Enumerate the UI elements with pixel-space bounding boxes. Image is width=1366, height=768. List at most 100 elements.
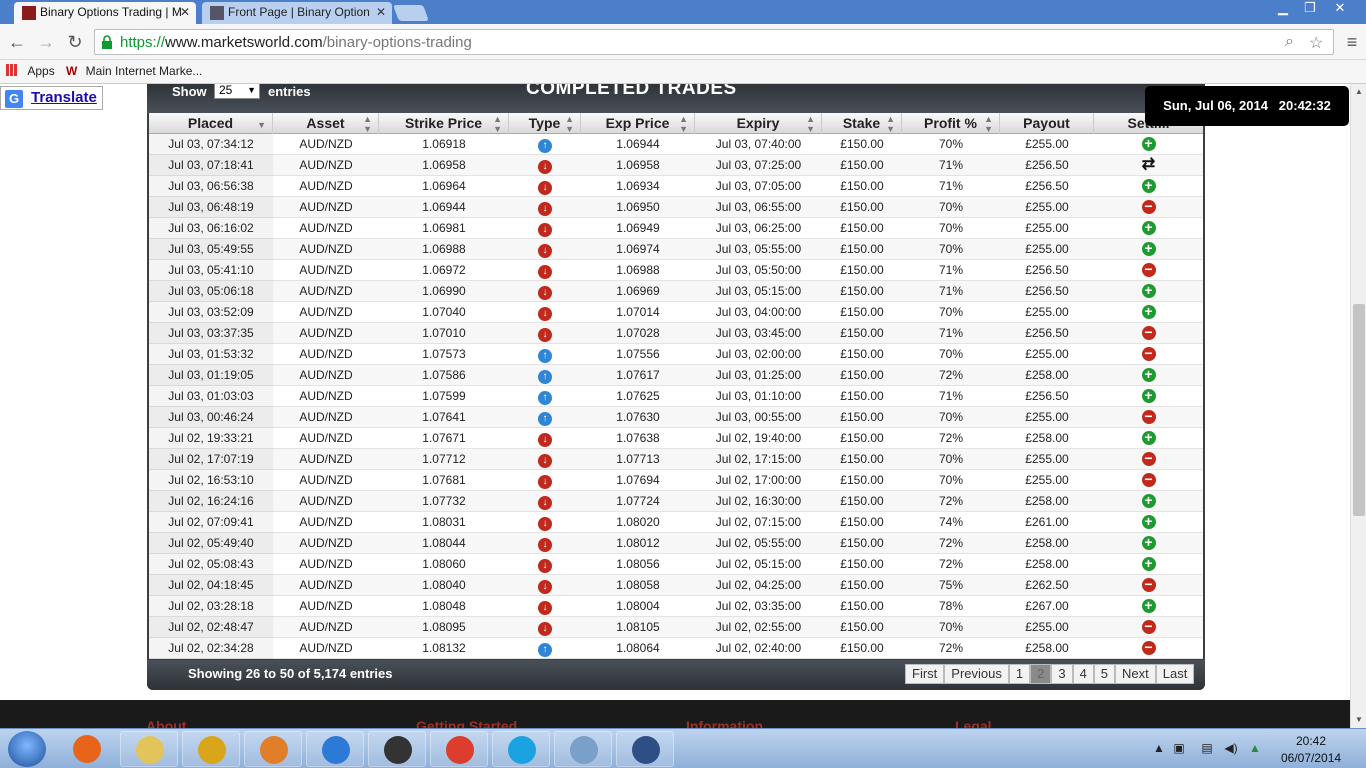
col-exp-price[interactable]: Exp Price ▲ ▼ <box>581 113 695 134</box>
reload-icon[interactable]: ↻ <box>63 30 87 54</box>
cell-stake: £150.00 <box>840 137 884 151</box>
cell-exp: 1.06944 <box>616 137 660 151</box>
new-tab-button[interactable] <box>393 5 429 21</box>
page-button-1[interactable]: 1 <box>1008 664 1031 684</box>
scroll-up-icon[interactable]: ▲ <box>1351 84 1366 100</box>
cell-profit: 75% <box>938 578 964 592</box>
translate-link[interactable]: Translate <box>31 89 97 106</box>
address-bar[interactable]: https://www.marketsworld.com/binary-opti… <box>94 29 1334 55</box>
volume-icon[interactable]: ◀) <box>1224 741 1238 755</box>
cell-profit: 70% <box>938 137 964 151</box>
cell-exp: 1.06988 <box>616 263 660 277</box>
cell-placed: Jul 03, 03:52:09 <box>149 302 273 323</box>
col-strike-price[interactable]: Strike Price ▲ ▼ <box>379 113 509 134</box>
tray-expand-icon[interactable]: ▲ <box>1152 741 1166 755</box>
apps-bookmark[interactable]: Apps <box>6 64 55 78</box>
tab-close-icon[interactable]: ✕ <box>180 2 190 23</box>
cell-stake: £150.00 <box>840 599 884 613</box>
tab-binary-options[interactable]: Binary Options Trading | M ✕ <box>14 2 196 24</box>
url-host: www.marketsworld.com <box>165 34 323 51</box>
cell-stake: £150.00 <box>840 620 884 634</box>
taskbar-app[interactable] <box>492 731 550 767</box>
start-button[interactable] <box>8 731 46 767</box>
plus-icon: + <box>1141 556 1156 571</box>
cell-strike: 1.08095 <box>422 620 466 634</box>
network-icon[interactable]: ▤ <box>1200 741 1214 755</box>
cell-expiry: Jul 03, 05:55:00 <box>715 242 802 256</box>
translate-widget[interactable]: G Translate <box>0 86 103 110</box>
cell-payout: £261.00 <box>1025 515 1069 529</box>
menu-icon[interactable]: ≡ <box>1340 30 1364 54</box>
google-drive-icon[interactable]: ▲ <box>1248 741 1262 755</box>
arrow-up-icon: ↑ <box>538 391 552 405</box>
page-button-2[interactable]: 2 <box>1030 664 1052 684</box>
taskbar-app[interactable] <box>58 731 116 767</box>
page-favicon-icon <box>210 6 224 20</box>
cell-stake: £150.00 <box>840 179 884 193</box>
main-internet-bookmark[interactable]: W Main Internet Marke... <box>66 64 202 78</box>
cell-profit: 70% <box>938 200 964 214</box>
scroll-thumb[interactable] <box>1353 304 1365 516</box>
forward-arrow-icon[interactable]: → <box>34 30 58 54</box>
taskbar-app[interactable] <box>306 731 364 767</box>
taskbar-app[interactable] <box>430 731 488 767</box>
zoom-icon[interactable]: ⌕ <box>1285 33 1294 51</box>
col-payout[interactable]: Payout <box>1000 113 1094 134</box>
col-profit[interactable]: Profit % ▲ ▼ <box>902 113 1000 134</box>
page-scrollbar[interactable]: ▲ ▼ <box>1350 84 1366 728</box>
cell-exp: 1.07694 <box>616 473 660 487</box>
page-button-previous[interactable]: Previous <box>944 664 1009 684</box>
minus-icon: − <box>1141 199 1156 214</box>
arrow-down-icon: ↓ <box>538 475 552 489</box>
cell-payout: £256.50 <box>1025 179 1069 193</box>
col-asset[interactable]: Asset ▲ ▼ <box>273 113 379 134</box>
cell-asset: AUD/NZD <box>299 200 353 214</box>
cell-result: − <box>1094 449 1203 470</box>
arrow-up-icon: ↑ <box>538 349 552 363</box>
minus-icon: − <box>1141 451 1156 466</box>
taskbar-app[interactable] <box>368 731 426 767</box>
page-button-next[interactable]: Next <box>1115 664 1156 684</box>
page-button-last[interactable]: Last <box>1155 664 1195 684</box>
col-label: Placed <box>187 115 234 131</box>
taskbar-app[interactable] <box>182 731 240 767</box>
tab-front-page[interactable]: Front Page | Binary Option ✕ <box>202 2 392 24</box>
cell-asset: AUD/NZD <box>299 515 353 529</box>
col-stake[interactable]: Stake ▲ ▼ <box>822 113 902 134</box>
cell-strike: 1.06918 <box>422 137 466 151</box>
page-button-4[interactable]: 4 <box>1072 664 1094 684</box>
bookmark-star-icon[interactable]: ☆ <box>1309 33 1323 53</box>
col-expiry[interactable]: Expiry ▲ ▼ <box>695 113 822 134</box>
page-button-3[interactable]: 3 <box>1051 664 1073 684</box>
taskbar-time[interactable]: 20:42 <box>1296 734 1326 748</box>
cell-type: ↓ <box>509 575 581 596</box>
tab-close-icon[interactable]: ✕ <box>376 2 386 23</box>
taskbar-date[interactable]: 06/07/2014 <box>1281 751 1341 765</box>
col-type[interactable]: Type ▲ ▼ <box>509 113 581 134</box>
cell-strike: 1.08044 <box>422 536 466 550</box>
taskbar-app[interactable] <box>244 731 302 767</box>
cell-profit: 72% <box>938 431 964 445</box>
cell-result: − <box>1094 638 1203 659</box>
back-arrow-icon[interactable]: ← <box>5 30 29 54</box>
close-window-icon[interactable]: ✕ <box>1325 0 1355 18</box>
restore-icon[interactable]: ❐ <box>1295 0 1325 18</box>
page-button-first[interactable]: First <box>905 664 945 684</box>
cell-asset: AUD/NZD <box>299 599 353 613</box>
taskbar-app[interactable] <box>554 731 612 767</box>
cell-placed: Jul 02, 05:08:43 <box>149 554 273 575</box>
col-placed[interactable]: Placed ▼ <box>149 113 273 134</box>
page-button-5[interactable]: 5 <box>1093 664 1116 684</box>
table-row: Jul 02, 19:33:21 AUD/NZD 1.07671 ↓ 1.07638 Ju… <box>149 428 1203 449</box>
scroll-down-icon[interactable]: ▼ <box>1351 712 1366 728</box>
cell-stake: £150.00 <box>840 158 884 172</box>
taskbar-app[interactable] <box>120 731 178 767</box>
cell-result: − <box>1094 575 1203 596</box>
page-size-select[interactable]: 25 ▼ <box>214 84 260 99</box>
tab-title: Front Page | Binary Option <box>228 5 370 19</box>
taskbar-app[interactable] <box>616 731 674 767</box>
drive-icon[interactable]: ▣ <box>1172 741 1186 755</box>
minimize-icon[interactable]: ▁ <box>1268 0 1298 18</box>
cell-exp: 1.08058 <box>616 578 660 592</box>
lock-icon <box>102 35 112 49</box>
